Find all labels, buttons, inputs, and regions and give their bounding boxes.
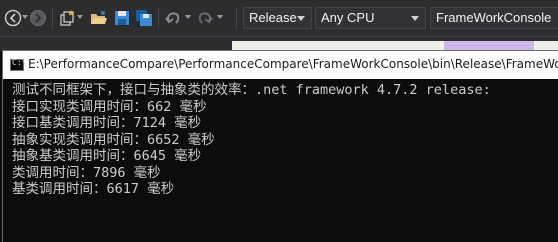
back-arrow-icon[interactable] [4,9,22,27]
console-line: 测试不同框架下，接口与抽象类的效率：.net framework 4.7.2 r… [12,82,491,98]
startup-project-value: FrameWorkConsole [436,10,552,25]
save-icon[interactable] [113,9,131,27]
startup-project-combo[interactable]: FrameWorkConsole [430,7,558,29]
save-all-icon[interactable] [135,9,153,27]
platform-value: Any CPU [321,10,375,25]
toolbar-separator [52,8,53,28]
console-titlebar[interactable]: C:\ E:\PerformanceCompare\PerformanceCom… [3,51,558,79]
back-dropdown-caret[interactable] [22,15,28,19]
toolbar-separator [236,8,237,28]
solution-platform-combo[interactable]: Any CPU [315,7,426,29]
open-folder-icon[interactable] [90,9,108,27]
vs-toolbar: Release Any CPU FrameWorkConsole [0,0,558,37]
new-project-icon[interactable] [58,9,76,27]
toolbar-separator [158,8,159,28]
undo-dropdown-caret[interactable] [185,15,191,19]
solution-configuration-combo[interactable]: Release [243,7,312,29]
forward-arrow-icon[interactable] [29,9,47,27]
undo-icon[interactable] [164,9,182,27]
console-output: 测试不同框架下，接口与抽象类的效率：.net framework 4.7.2 r… [12,82,491,198]
configuration-value: Release [249,10,297,25]
console-title: E:\PerformanceCompare\PerformanceCompare… [28,57,558,71]
chevron-down-icon [411,16,419,21]
chevron-down-icon [297,16,305,21]
console-line: 基类调用时间：6617 毫秒 [12,181,175,197]
console-line: 类调用时间：7896 毫秒 [12,164,161,181]
new-project-dropdown-caret[interactable] [77,15,83,19]
console-app-icon: C:\ [10,58,26,71]
console-line: 抽象实现类调用时间：6652 毫秒 [12,131,215,148]
console-window[interactable]: C:\ E:\PerformanceCompare\PerformanceCom… [2,50,558,242]
console-line: 抽象基类调用时间：6645 毫秒 [12,148,202,164]
redo-icon[interactable] [196,9,214,27]
console-line: 接口实现类调用时间：662 毫秒 [12,98,207,115]
redo-dropdown-caret[interactable] [217,15,223,19]
console-line: 接口基类调用时间：7124 毫秒 [12,115,202,131]
